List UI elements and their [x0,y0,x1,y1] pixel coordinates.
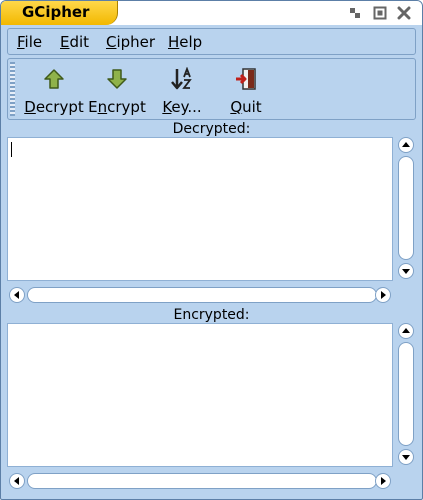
menu-cipher-label: ipher [116,33,156,51]
scroll-down-icon[interactable] [398,263,414,279]
encrypted-vertical-scroll-thumb[interactable] [398,342,414,446]
encrypt-button[interactable]: Encrypt [88,61,146,117]
decrypted-vertical-scroll-thumb[interactable] [398,156,414,260]
decrypted-label: Decrypted: [172,121,251,137]
gcipher-window: GCipher File Edit Cipher Help Decrypt En… [0,0,423,500]
scroll-right-icon[interactable] [375,473,391,489]
menu-help[interactable]: Help [168,33,202,51]
minimize-icon[interactable] [347,6,363,20]
encrypted-horizontal-scrollbar[interactable] [7,472,393,490]
toolbar: Decrypt Encrypt Key... Quit [7,58,416,120]
decrypted-textarea[interactable] [7,137,393,281]
title-tab: GCipher [1,1,118,25]
encrypted-label: Encrypted: [173,307,250,323]
decrypted-horizontal-scroll-thumb[interactable] [27,287,377,303]
scroll-down-icon[interactable] [398,449,414,465]
scroll-right-icon[interactable] [375,287,391,303]
menu-file[interactable]: File [17,33,42,51]
up-arrow-icon [42,67,66,91]
scroll-left-icon[interactable] [9,473,25,489]
quit-button[interactable]: Quit [220,61,272,117]
encrypt-label: Encrypt [88,98,146,116]
window-title: GCipher [22,3,90,21]
encrypted-vertical-scrollbar[interactable] [396,323,416,467]
quit-label: Quit [230,98,262,116]
menu-edit-label: dit [69,33,90,51]
menu-file-label: ile [24,33,43,51]
text-cursor [11,142,12,157]
maximize-icon[interactable] [372,6,388,20]
close-icon[interactable] [396,6,412,20]
toolbar-grip-handle[interactable] [10,62,15,116]
menubar: File Edit Cipher Help [7,28,416,55]
key-label: Key... [162,98,202,116]
menu-cipher-mnemonic: C [106,33,117,51]
decrypt-button[interactable]: Decrypt [24,61,84,117]
encrypted-horizontal-scroll-thumb[interactable] [27,473,377,489]
key-button[interactable]: Key... [156,61,208,117]
menu-help-mnemonic: H [168,33,180,51]
title-bar[interactable]: GCipher [1,1,422,25]
decrypt-label: Decrypt [24,98,84,116]
down-arrow-icon [105,67,129,91]
menu-help-label: elp [179,33,203,51]
exit-door-icon [234,67,258,91]
scroll-up-icon[interactable] [398,323,414,339]
decrypted-horizontal-scrollbar[interactable] [7,286,393,304]
encrypted-textarea[interactable] [7,323,393,467]
menu-file-mnemonic: F [17,33,25,51]
scroll-up-icon[interactable] [398,137,414,153]
key-sort-icon [170,66,194,91]
decrypted-vertical-scrollbar[interactable] [396,137,416,281]
scroll-left-icon[interactable] [9,287,25,303]
menu-cipher[interactable]: Cipher [106,33,155,51]
menu-edit[interactable]: Edit [60,33,89,51]
